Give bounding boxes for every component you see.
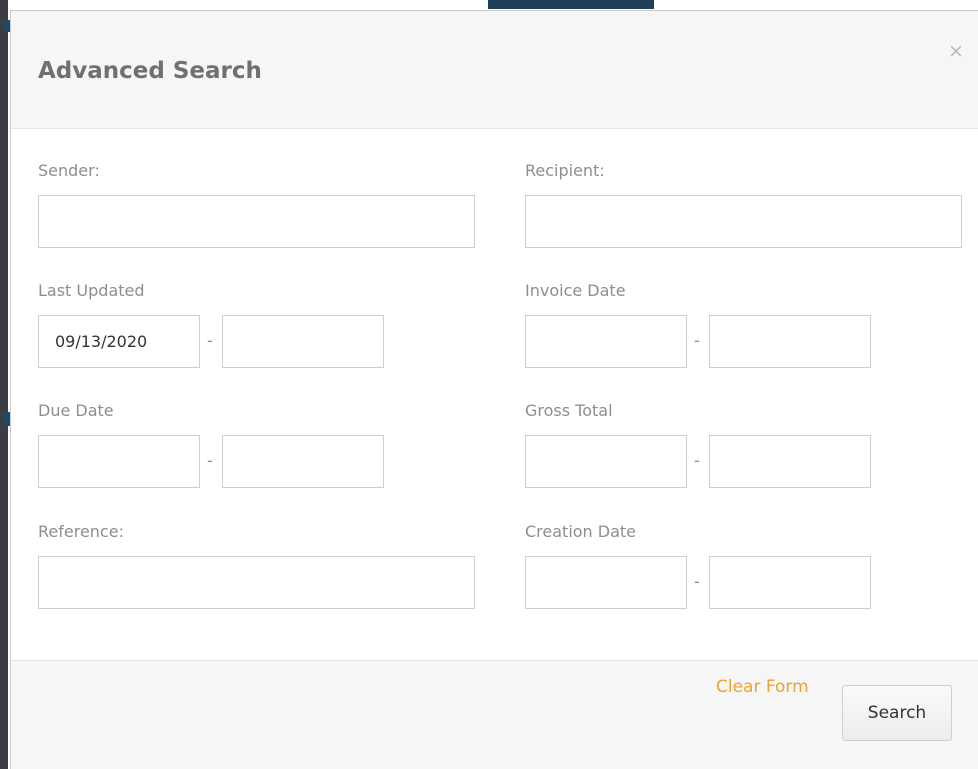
creation-date-to-input[interactable] [709,556,871,609]
creation-date-label: Creation Date [525,522,637,541]
backdrop-left-edge [0,0,8,769]
close-icon[interactable]: × [946,41,966,61]
due-date-to-input[interactable] [222,435,384,488]
modal-footer: Clear Form Search [11,660,978,769]
gross-total-from-input[interactable] [525,435,687,488]
range-separator: - [694,572,700,591]
range-separator: - [694,331,700,350]
invoice-date-to-input[interactable] [709,315,871,368]
last-updated-from-input[interactable] [38,315,200,368]
invoice-date-label: Invoice Date [525,281,626,300]
recipient-label: Recipient: [525,161,605,180]
modal-title: Advanced Search [38,58,262,84]
last-updated-label: Last Updated [38,281,145,300]
backdrop-mark [3,412,10,426]
range-separator: - [207,331,213,350]
sender-input[interactable] [38,195,475,248]
backdrop-mark [3,20,10,32]
invoice-date-from-input[interactable] [525,315,687,368]
search-button[interactable]: Search [842,685,952,741]
gross-total-label: Gross Total [525,401,613,420]
range-separator: - [207,451,213,470]
gross-total-to-input[interactable] [709,435,871,488]
sender-label: Sender: [38,161,100,180]
last-updated-to-input[interactable] [222,315,384,368]
due-date-label: Due Date [38,401,114,420]
range-separator: - [694,451,700,470]
advanced-search-modal: Advanced Search × Sender: Recipient: Las… [10,10,978,769]
due-date-from-input[interactable] [38,435,200,488]
reference-label: Reference: [38,522,124,541]
recipient-input[interactable] [525,195,962,248]
backdrop-top-bar [488,0,654,9]
creation-date-from-input[interactable] [525,556,687,609]
clear-form-link[interactable]: Clear Form [716,677,809,697]
modal-header: Advanced Search × [11,11,978,129]
reference-input[interactable] [38,556,475,609]
